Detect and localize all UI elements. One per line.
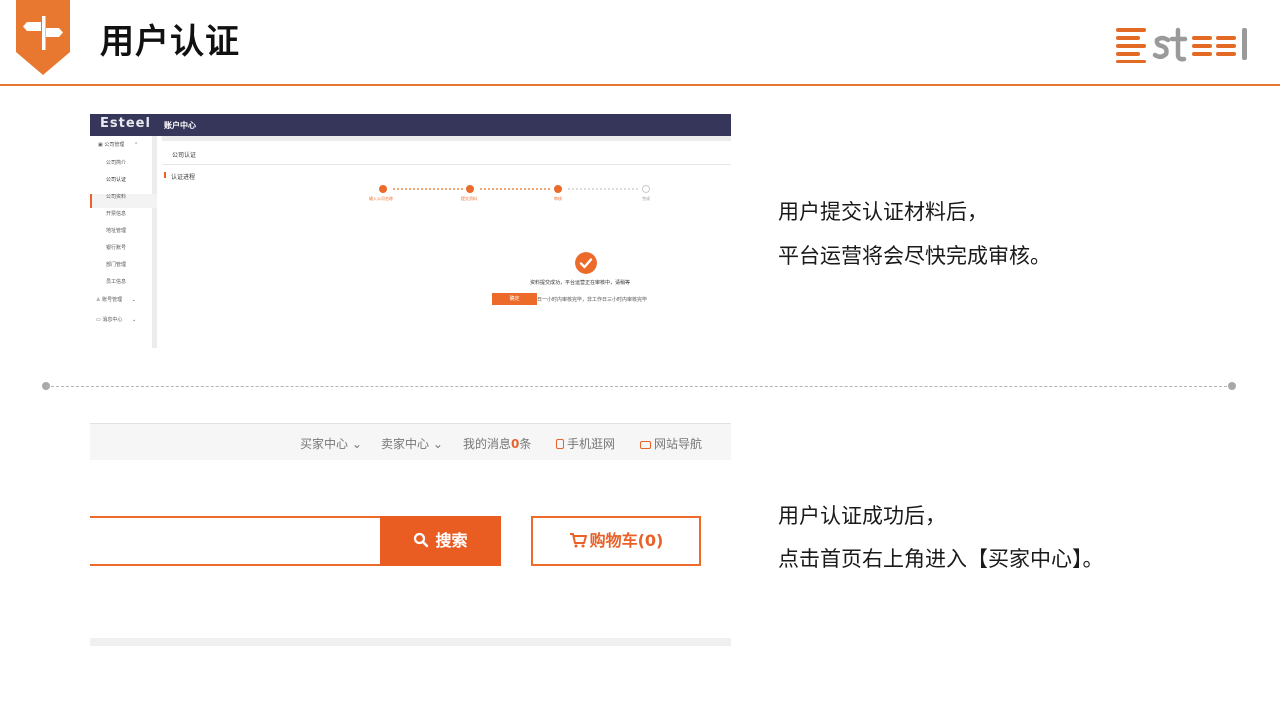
sidebar-group-account[interactable]: ♙ 账号管理 ⌄ xyxy=(96,296,136,303)
step-1-dot xyxy=(379,185,387,193)
chevron-down-icon: ⌄ xyxy=(348,437,362,451)
confirm-button[interactable]: 确定 xyxy=(492,293,537,305)
step-3-label: 审核 xyxy=(554,196,562,201)
mobile-link[interactable]: 手机逛网 xyxy=(556,435,615,452)
caption-top-line-1: 用户提交认证材料后， xyxy=(778,200,988,224)
account-topbar: Esteel 账户中心 xyxy=(90,114,731,136)
divider-dot-right xyxy=(1228,382,1236,390)
phone-icon xyxy=(556,439,564,449)
step-connector xyxy=(480,188,550,190)
caption-top-line-2: 平台运营将会尽快完成审核。 xyxy=(778,244,1051,268)
caption-bottom-line-1: 用户认证成功后， xyxy=(778,504,946,528)
step-3-dot xyxy=(554,185,562,193)
section-marker xyxy=(164,172,166,178)
search-icon xyxy=(414,532,429,548)
step-1-label: 输入公司名称 xyxy=(369,196,393,201)
section-divider xyxy=(46,386,1232,387)
chevron-down-icon: ⌄ xyxy=(429,437,443,451)
sidebar-item-invoice[interactable]: 开票信息 xyxy=(106,210,126,217)
account-main: 公司认证 认证进程 输入公司名称 提交资料 审核 完成 资料提交成功，平台运营正… xyxy=(162,136,731,348)
monitor-icon xyxy=(640,441,651,449)
step-2-label: 提交资料 xyxy=(461,196,477,201)
caption-bottom-line-2: 点击首页右上角进入【买家中心】。 xyxy=(778,547,1104,571)
account-center-title: 账户中心 xyxy=(164,121,196,130)
breadcrumb: 公司认证 xyxy=(172,152,197,159)
search-input[interactable] xyxy=(90,516,380,566)
my-messages-link[interactable]: 我的消息0条 xyxy=(463,435,531,452)
cart-button[interactable]: 购物车(0) xyxy=(531,516,701,566)
sidebar-item-employees[interactable]: 员工信息 xyxy=(106,278,126,285)
sidebar-group-messages[interactable]: ▭ 消息中心 ⌄ xyxy=(96,316,136,323)
page-bottom-strip xyxy=(90,638,731,646)
brand-logo[interactable]: Esteel xyxy=(100,116,151,131)
step-2-dot xyxy=(466,185,474,193)
sidebar-item-bank-account[interactable]: 银行账号 xyxy=(106,244,126,251)
page-title: 用户认证 xyxy=(100,22,240,62)
sidebar-item-address[interactable]: 地址管理 xyxy=(106,227,126,234)
seller-center-link[interactable]: 卖家中心 ⌄ xyxy=(381,435,443,452)
content-gap xyxy=(162,136,731,141)
success-check-icon xyxy=(575,252,597,274)
sidebar-item-departments[interactable]: 部门管理 xyxy=(106,261,126,268)
account-sidebar: ▣ 公司管理 ⌃ 公司简介 公司认证 公司资料 开票信息 地址管理 银行账号 部… xyxy=(90,136,157,348)
esteel-logo xyxy=(1116,27,1247,63)
content-rule xyxy=(162,164,731,165)
sidebar-group-company[interactable]: ▣ 公司管理 ⌃ xyxy=(98,141,138,148)
step-connector xyxy=(393,188,463,190)
account-center-screenshot: Esteel 账户中心 ▣ 公司管理 ⌃ 公司简介 公司认证 公司资料 开票信息… xyxy=(90,114,731,348)
site-header-screenshot: 买家中心 ⌄ 卖家中心 ⌄ 我的消息0条 手机逛网 网站导航 搜索 购物车(0) xyxy=(90,423,731,646)
buyer-center-link[interactable]: 买家中心 ⌄ xyxy=(300,435,362,452)
search-button[interactable]: 搜索 xyxy=(380,516,501,566)
sidebar-item-company-info[interactable]: 公司资料 xyxy=(106,193,126,200)
signpost-icon xyxy=(16,0,70,75)
step-4-dot xyxy=(642,185,650,193)
cart-icon xyxy=(569,533,587,548)
submit-success-message: 资料提交成功，平台运营正在审核中，请稍等 xyxy=(530,280,631,286)
header-rule xyxy=(0,84,1280,86)
sidebar-item-company-certification[interactable]: 公司认证 xyxy=(106,176,126,183)
sidebar-item-company-intro[interactable]: 公司简介 xyxy=(106,159,126,166)
top-nav-bar: 买家中心 ⌄ 卖家中心 ⌄ 我的消息0条 手机逛网 网站导航 xyxy=(90,423,731,460)
site-nav-link[interactable]: 网站导航 xyxy=(640,435,702,452)
section-title: 认证进程 xyxy=(171,174,196,181)
step-connector xyxy=(568,188,638,190)
step-4-label: 完成 xyxy=(642,196,650,201)
